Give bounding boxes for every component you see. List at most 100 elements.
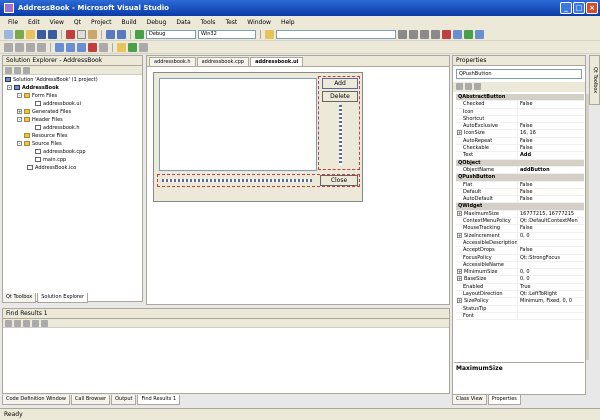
property-row[interactable]: Font xyxy=(456,312,584,321)
menu-build[interactable]: Build xyxy=(117,19,142,26)
property-row[interactable]: Flat False xyxy=(456,181,584,189)
property-value[interactable]: False xyxy=(518,138,584,144)
property-value[interactable]: 0, 0 xyxy=(518,276,584,282)
paste-icon[interactable] xyxy=(88,29,97,39)
tree-addressbook-ui[interactable]: addressbook.ui xyxy=(35,101,81,107)
alphabetical-icon[interactable] xyxy=(465,83,472,90)
tab-addressbook-ui[interactable]: addressbook.ui xyxy=(250,57,304,66)
close-button[interactable]: Close xyxy=(320,175,358,186)
property-value[interactable]: 0, 0 xyxy=(518,269,584,275)
property-value[interactable]: Add xyxy=(518,152,584,158)
property-row[interactable]: Default False xyxy=(456,188,584,197)
property-group[interactable]: QPushButton xyxy=(456,174,584,182)
property-row[interactable]: Checked False xyxy=(456,101,584,109)
menu-project[interactable]: Project xyxy=(86,19,117,26)
property-group[interactable]: QWidget xyxy=(456,203,584,211)
property-value[interactable] xyxy=(518,240,584,246)
property-group[interactable]: QAbstractButton xyxy=(456,94,584,102)
layout-vertical-icon[interactable] xyxy=(66,42,75,52)
tree-main-cpp[interactable]: main.cpp xyxy=(35,157,66,163)
property-row[interactable]: LayoutDirection Qt::LeftToRight xyxy=(456,291,584,299)
collapse-icon[interactable]: - xyxy=(17,117,22,122)
property-value[interactable] xyxy=(518,109,584,115)
undo-icon[interactable] xyxy=(106,29,115,39)
property-row[interactable]: AccessibleDescription xyxy=(456,239,584,248)
tools-icon[interactable] xyxy=(442,29,451,39)
close-window-button[interactable]: × xyxy=(586,2,598,14)
maximize-button[interactable]: □ xyxy=(573,2,585,14)
property-row[interactable]: + IconSize 16, 16 xyxy=(456,130,584,138)
new-project-icon[interactable] xyxy=(4,29,13,39)
platform-select[interactable]: Win32 xyxy=(198,29,256,39)
property-value[interactable] xyxy=(518,262,584,268)
minimize-button[interactable]: _ xyxy=(560,2,572,14)
solution-explorer-icon[interactable] xyxy=(398,29,407,39)
refresh-icon[interactable] xyxy=(23,67,30,74)
tree-addressbook-cpp[interactable]: addressbook.cpp xyxy=(35,149,86,155)
property-row[interactable]: + BaseSize 0, 0 xyxy=(456,276,584,284)
previous-result-icon[interactable] xyxy=(14,320,21,327)
save-icon[interactable] xyxy=(37,29,46,39)
property-value[interactable]: True xyxy=(518,284,584,290)
menu-help[interactable]: Help xyxy=(276,19,300,26)
categorized-icon[interactable] xyxy=(456,83,463,90)
toolbox-icon[interactable] xyxy=(431,29,440,39)
menu-debug[interactable]: Debug xyxy=(142,19,172,26)
tree-source-files[interactable]: - Source Files xyxy=(17,141,62,147)
edit-signals-icon[interactable] xyxy=(128,42,137,52)
redo-icon[interactable] xyxy=(117,29,126,39)
property-value[interactable]: False xyxy=(518,247,584,253)
properties-icon[interactable] xyxy=(5,67,12,74)
tab-class-view[interactable]: Class View xyxy=(452,395,487,405)
property-scrollbar[interactable] xyxy=(586,94,589,360)
property-value[interactable]: False xyxy=(518,123,584,129)
delete-button[interactable]: Delete xyxy=(322,91,358,102)
tree-solution[interactable]: Solution 'AddressBook' (1 project) xyxy=(5,77,98,83)
horizontal-spacer[interactable] xyxy=(162,179,312,182)
tab-qt-toolbox[interactable]: Qt Toolbox xyxy=(2,293,37,303)
expand-icon[interactable]: + xyxy=(457,269,462,275)
open-icon[interactable] xyxy=(26,29,35,39)
tab-output[interactable]: Output xyxy=(111,395,137,405)
align-top-icon[interactable] xyxy=(26,42,35,52)
property-row[interactable]: AutoDefault False xyxy=(456,196,584,204)
property-value[interactable]: addButton xyxy=(518,167,584,173)
menu-test[interactable]: Test xyxy=(220,19,242,26)
configuration-select[interactable]: Debug xyxy=(146,29,196,39)
property-row[interactable]: AccessibleName xyxy=(456,261,584,270)
property-value[interactable]: 0, 0 xyxy=(518,233,584,239)
property-row[interactable]: Shortcut xyxy=(456,115,584,124)
tab-properties[interactable]: Properties xyxy=(487,395,521,405)
menu-qt[interactable]: Qt xyxy=(69,19,86,26)
object-browser-icon[interactable] xyxy=(420,29,429,39)
property-value[interactable] xyxy=(518,313,584,319)
property-group[interactable]: QObject xyxy=(456,159,584,167)
property-value[interactable]: False xyxy=(518,101,584,107)
property-row[interactable]: Icon xyxy=(456,108,584,116)
expand-icon[interactable]: + xyxy=(17,109,22,114)
menu-file[interactable]: File xyxy=(3,19,23,26)
layout-grid-icon[interactable] xyxy=(77,42,86,52)
save-all-icon[interactable] xyxy=(48,29,57,39)
tree-project[interactable]: - AddressBook xyxy=(7,85,59,91)
object-select[interactable]: QPushButton xyxy=(456,69,582,79)
tab-addressbook-h[interactable]: addressbook.h xyxy=(149,57,196,66)
tab-addressbook-cpp[interactable]: addressbook.cpp xyxy=(196,57,250,66)
property-pages-icon[interactable] xyxy=(474,83,481,90)
copy-icon[interactable] xyxy=(77,29,86,39)
property-row[interactable]: AutoRepeat False xyxy=(456,137,584,146)
address-text-edit[interactable] xyxy=(159,78,317,171)
vertical-spacer[interactable] xyxy=(339,105,342,165)
property-value[interactable]: False xyxy=(518,182,584,188)
property-row[interactable]: + MaximumSize 16777215, 16777215 xyxy=(456,210,584,219)
expand-icon[interactable]: + xyxy=(457,232,462,238)
find-combo[interactable] xyxy=(276,29,396,39)
property-value[interactable] xyxy=(518,116,584,122)
collapse-icon[interactable]: - xyxy=(7,85,12,90)
stop-find-icon[interactable] xyxy=(41,320,48,327)
property-value[interactable]: Qt::LeftToRight xyxy=(518,291,584,297)
property-value[interactable]: False xyxy=(518,145,584,151)
property-row[interactable]: StatusTip xyxy=(456,305,584,313)
property-value[interactable]: False xyxy=(518,196,584,202)
expand-icon[interactable]: + xyxy=(457,130,462,136)
